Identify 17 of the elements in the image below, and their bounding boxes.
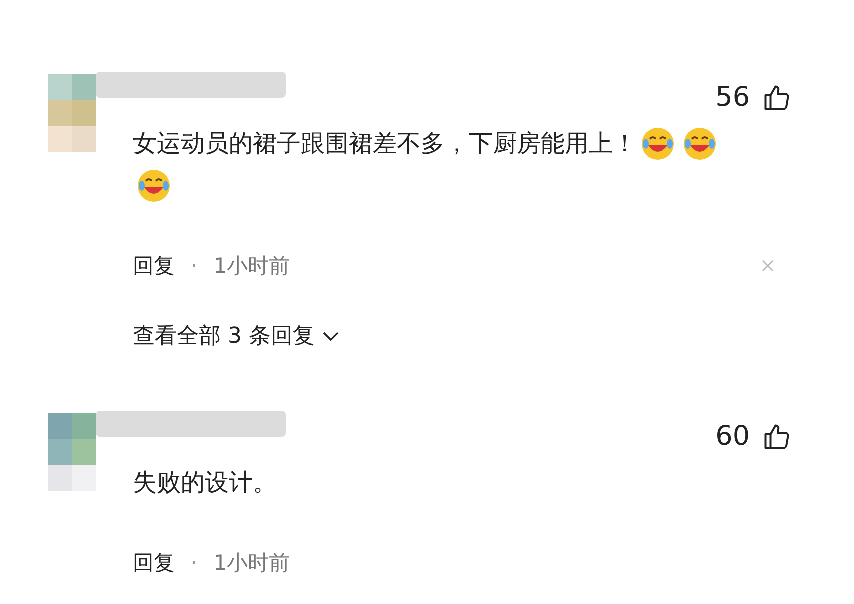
thumbs-up-icon[interactable] — [762, 83, 792, 114]
reply-button[interactable]: 回复 — [133, 548, 175, 580]
comment-time: 1小时前 — [214, 252, 290, 280]
separator-dot: · — [191, 550, 198, 577]
avatar-placeholder[interactable] — [48, 74, 96, 152]
comment-text: 女运动员的裙子跟围裙差不多，下厨房能用上！ — [133, 130, 637, 158]
thumbs-up-icon[interactable] — [762, 422, 792, 452]
view-replies-link[interactable]: 查看全部 3 条回复 — [133, 320, 339, 354]
close-icon[interactable] — [762, 260, 774, 272]
reply-button[interactable]: 回复 — [133, 250, 175, 282]
separator-dot: · — [191, 252, 198, 280]
like-count: 56 — [716, 81, 750, 115]
avatar-placeholder[interactable] — [48, 413, 96, 492]
chevron-down-icon — [322, 332, 339, 342]
like-count: 60 — [716, 420, 750, 454]
comment-time: 1小时前 — [214, 550, 290, 577]
comment-text: 失败的设计。 — [133, 468, 277, 497]
